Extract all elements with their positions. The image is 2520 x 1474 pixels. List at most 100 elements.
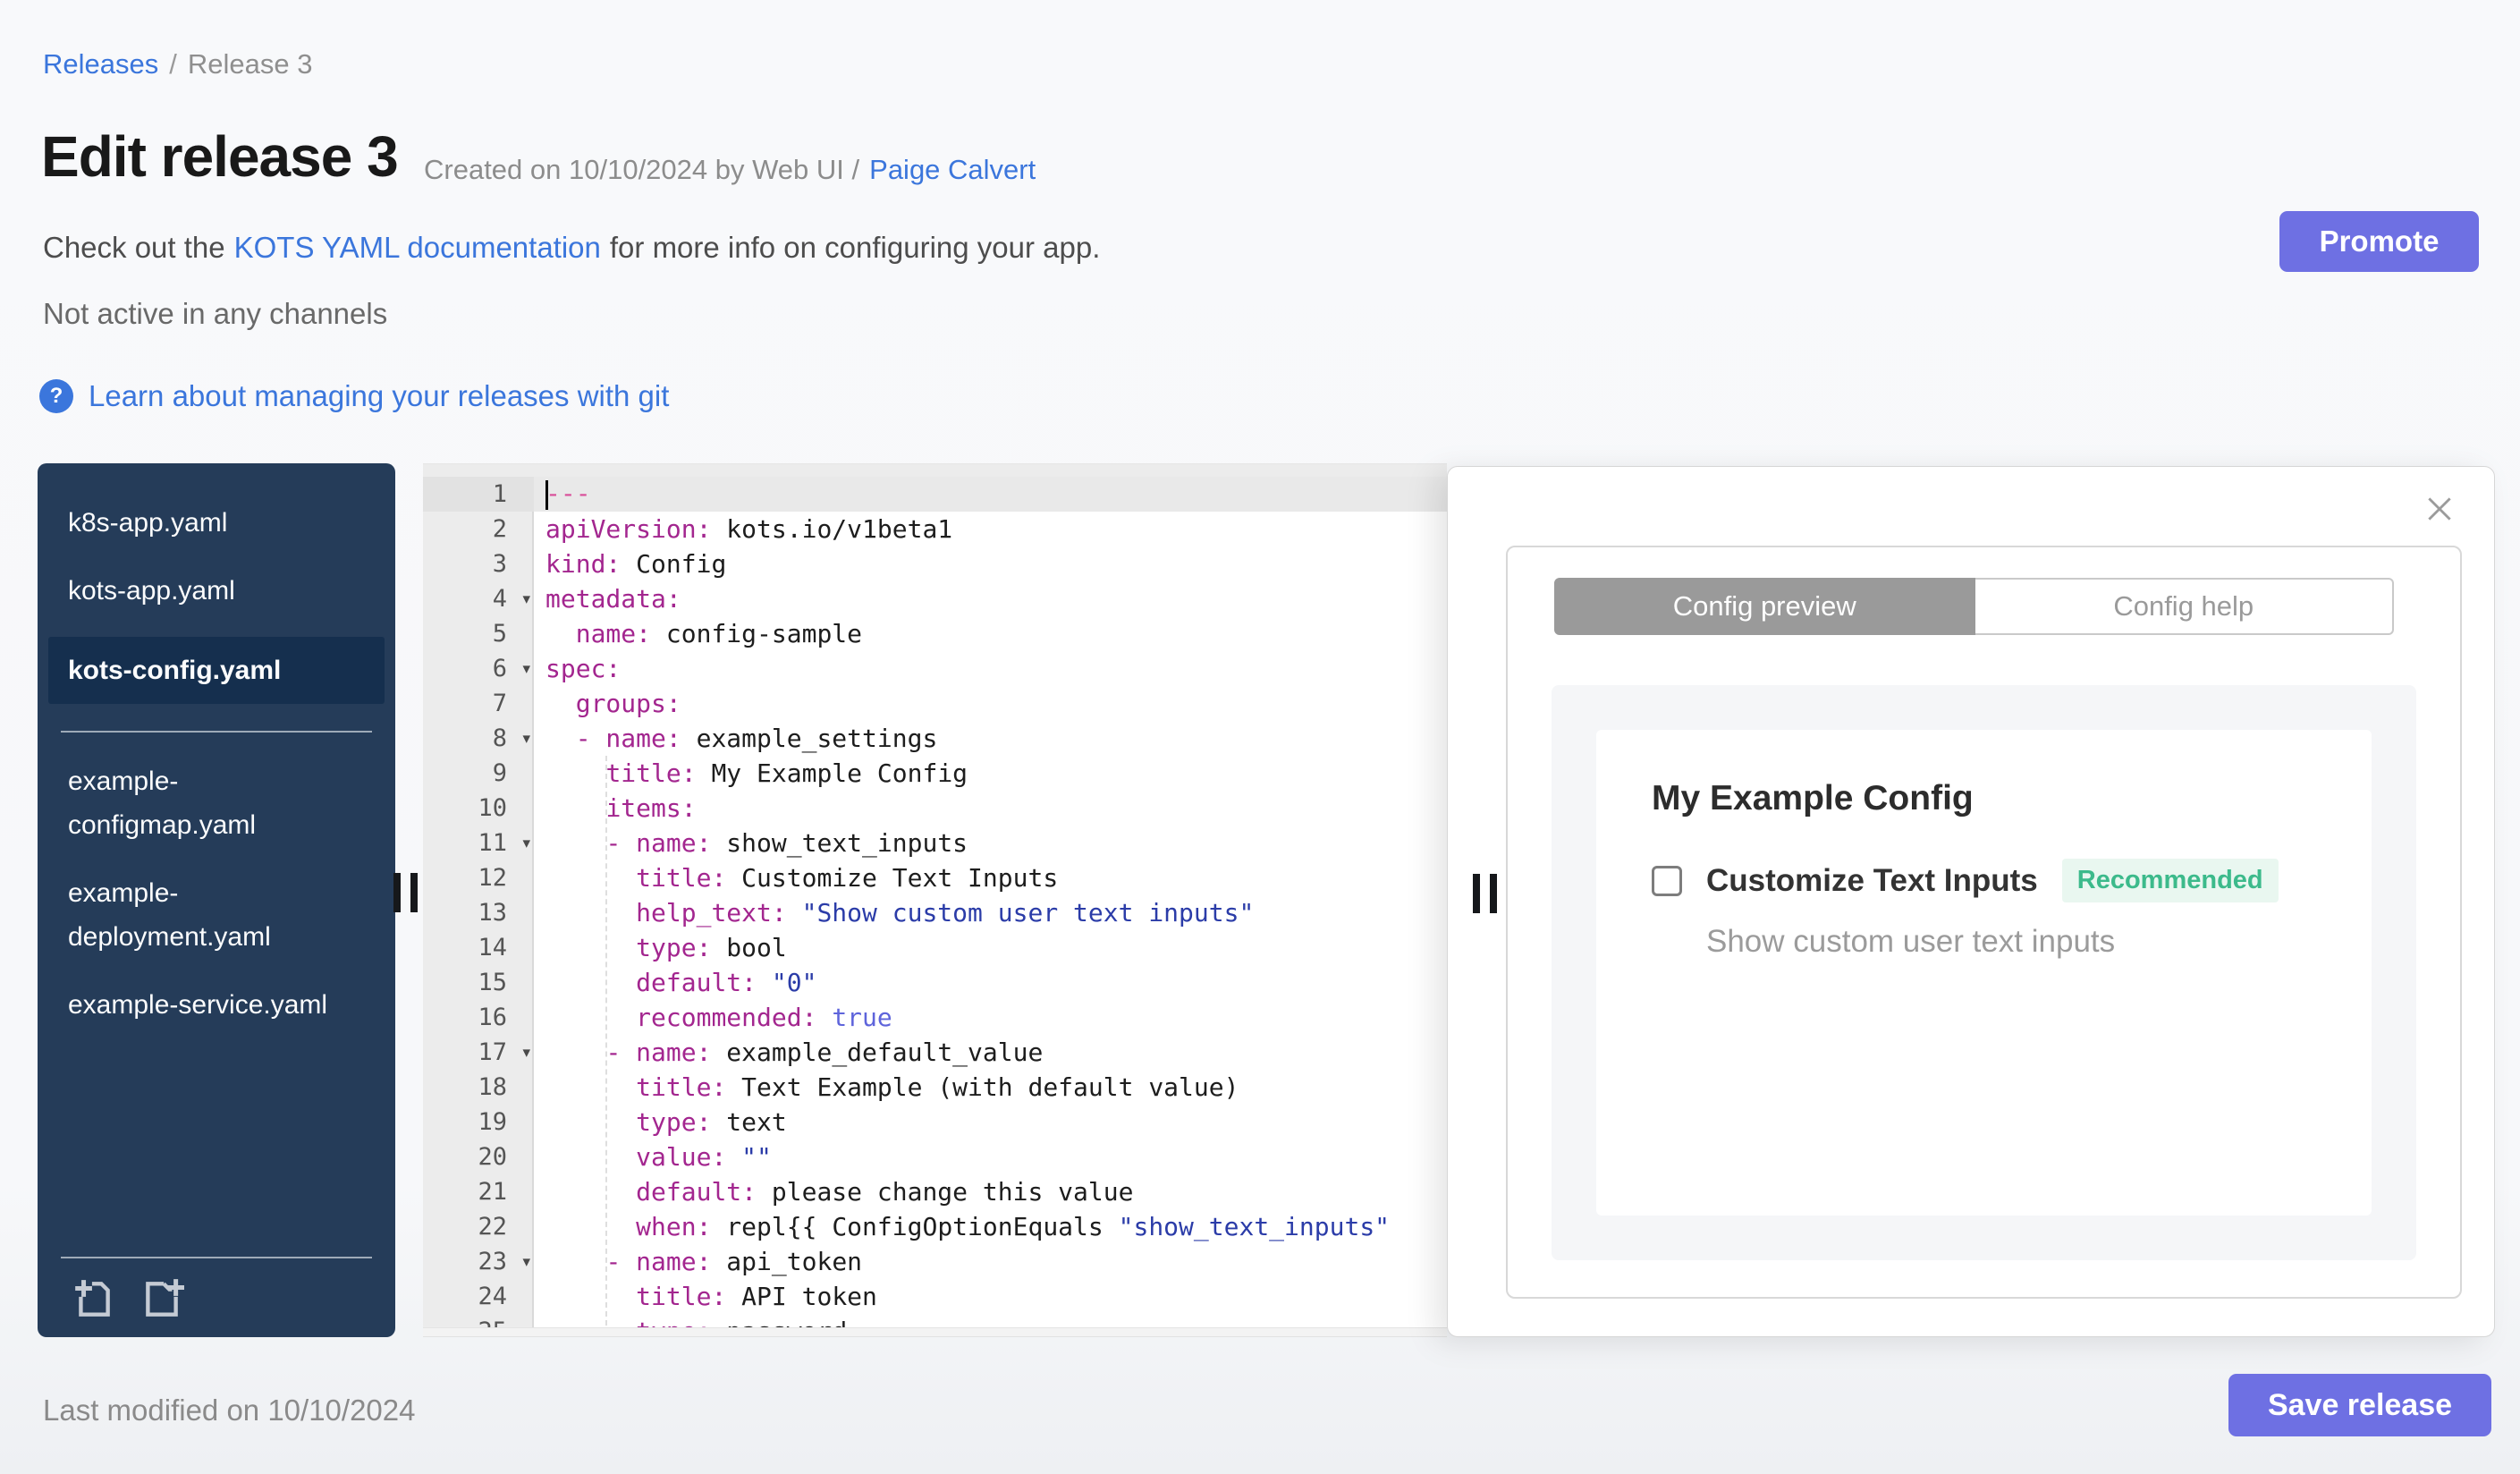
file-item-kots-config-yaml[interactable]: kots-config.yaml: [48, 637, 385, 704]
line-number[interactable]: 3: [423, 546, 534, 581]
last-modified-text: Last modified on 10/10/2024: [43, 1394, 416, 1427]
line-number[interactable]: 22: [423, 1209, 534, 1244]
doc-suffix: for more info on configuring your app.: [609, 231, 1101, 264]
code-line[interactable]: 7 groups:: [423, 686, 1447, 721]
line-number[interactable]: 11 ▾: [423, 826, 534, 860]
sidebar-icon-row: [38, 1276, 395, 1321]
code-line[interactable]: 8 ▾ - name: example_settings: [423, 721, 1447, 756]
code-text: apiVersion: kots.io/v1beta1: [545, 514, 953, 544]
line-number[interactable]: 9: [423, 756, 534, 791]
code-lines: 1 --- 2 apiVersion: kots.io/v1beta1 3 kind: C…: [423, 477, 1447, 1336]
line-number[interactable]: 5: [423, 616, 534, 651]
sidebar-resize-handle[interactable]: [393, 873, 422, 912]
yaml-editor[interactable]: 1 --- 2 apiVersion: kots.io/v1beta1 3 kind: C…: [423, 463, 1447, 1337]
code-text: title: API token: [636, 1282, 877, 1311]
line-number[interactable]: 12: [423, 860, 534, 895]
save-release-button[interactable]: Save release: [2228, 1374, 2491, 1436]
code-line[interactable]: 13 help_text: "Show custom user text inp…: [423, 895, 1447, 930]
created-line: Created on 10/10/2024 by Web UI / Paige …: [424, 154, 1036, 186]
breadcrumb-releases-link[interactable]: Releases: [43, 48, 158, 80]
add-file-icon[interactable]: [72, 1276, 116, 1321]
close-icon: [2428, 497, 2451, 521]
code-line[interactable]: 17 ▾ - name: example_default_value: [423, 1035, 1447, 1070]
new-file-icon[interactable]: [140, 1276, 184, 1321]
line-number[interactable]: 8 ▾: [423, 721, 534, 756]
line-number[interactable]: 20: [423, 1139, 534, 1174]
code-text: title: My Example Config: [605, 758, 968, 788]
breadcrumb-current: Release 3: [187, 48, 313, 80]
code-line[interactable]: 2 apiVersion: kots.io/v1beta1: [423, 512, 1447, 546]
line-number[interactable]: 21: [423, 1174, 534, 1209]
config-item-label: Customize Text Inputs: [1706, 862, 2038, 898]
code-line[interactable]: 1 ---: [423, 477, 1447, 512]
file-item-example-deployment-yaml[interactable]: example-deployment.yaml: [38, 871, 395, 959]
file-item-example-configmap-yaml[interactable]: example-configmap.yaml: [38, 759, 395, 847]
panel-resize-handle[interactable]: [1473, 874, 1501, 913]
file-item-example-service-yaml[interactable]: example-service.yaml: [38, 983, 395, 1027]
line-number[interactable]: 4 ▾: [423, 581, 534, 616]
line-number[interactable]: 18: [423, 1070, 534, 1105]
line-number[interactable]: 13: [423, 895, 534, 930]
line-number[interactable]: 15: [423, 965, 534, 1000]
config-item-description: Show custom user text inputs: [1706, 924, 2116, 959]
help-question-icon[interactable]: ?: [39, 379, 73, 413]
fold-arrow-icon[interactable]: ▾: [522, 730, 530, 748]
channel-status: Not active in any channels: [43, 297, 388, 330]
line-number[interactable]: 1: [423, 477, 534, 512]
fold-arrow-icon[interactable]: ▾: [522, 1253, 530, 1271]
git-releases-link[interactable]: Learn about managing your releases with …: [89, 379, 669, 413]
code-text: kind: Config: [545, 549, 727, 579]
code-line[interactable]: 14 type: bool: [423, 930, 1447, 965]
kots-yaml-doc-link[interactable]: KOTS YAML documentation: [234, 231, 601, 265]
customize-text-inputs-checkbox[interactable]: [1652, 865, 1682, 896]
line-number[interactable]: 14: [423, 930, 534, 965]
code-text: ---: [545, 479, 591, 510]
code-line[interactable]: 4 ▾ metadata:: [423, 581, 1447, 616]
author-link[interactable]: Paige Calvert: [869, 154, 1036, 186]
code-text: help_text: "Show custom user text inputs…: [636, 898, 1255, 928]
line-number[interactable]: 17 ▾: [423, 1035, 534, 1070]
config-content-card: My Example Config Customize Text Inputs …: [1596, 730, 2372, 1216]
line-number[interactable]: 10: [423, 791, 534, 826]
code-text: title: Text Example (with default value): [636, 1072, 1239, 1102]
code-line[interactable]: 9 title: My Example Config: [423, 756, 1447, 791]
code-line[interactable]: 19 type: text: [423, 1105, 1447, 1139]
edit-release-page: Releases / Release 3 Edit release 3 Crea…: [0, 0, 2520, 1474]
code-line[interactable]: 11 ▾ - name: show_text_inputs: [423, 826, 1447, 860]
code-line[interactable]: 24 title: API token: [423, 1279, 1447, 1314]
code-line[interactable]: 21 default: please change this value: [423, 1174, 1447, 1209]
code-line[interactable]: 18 title: Text Example (with default val…: [423, 1070, 1447, 1105]
tab-config-preview[interactable]: Config preview: [1554, 578, 1975, 635]
code-line[interactable]: 22 when: repl{{ ConfigOptionEquals "show…: [423, 1209, 1447, 1244]
code-line[interactable]: 16 recommended: true: [423, 1000, 1447, 1035]
file-item-kots-app-yaml[interactable]: kots-app.yaml: [38, 569, 395, 613]
code-line[interactable]: 12 title: Customize Text Inputs: [423, 860, 1447, 895]
line-number[interactable]: 6 ▾: [423, 651, 534, 686]
file-item-k8s-app-yaml[interactable]: k8s-app.yaml: [38, 501, 395, 545]
fold-arrow-icon[interactable]: ▾: [522, 1044, 530, 1062]
code-text: type: bool: [636, 933, 787, 962]
code-line[interactable]: 23 ▾ - name: api_token: [423, 1244, 1447, 1279]
tab-config-help[interactable]: Config help: [1975, 578, 2394, 635]
fold-arrow-icon[interactable]: ▾: [522, 660, 530, 678]
fold-arrow-icon[interactable]: ▾: [522, 834, 530, 852]
code-line[interactable]: 6 ▾ spec:: [423, 651, 1447, 686]
line-number[interactable]: 23 ▾: [423, 1244, 534, 1279]
line-number[interactable]: 16: [423, 1000, 534, 1035]
code-text: - name: api_token: [605, 1247, 863, 1276]
code-line[interactable]: 15 default: "0": [423, 965, 1447, 1000]
code-text: items:: [605, 793, 697, 823]
editor-horizontal-scrollbar[interactable]: [423, 1327, 1447, 1336]
code-text: name: config-sample: [575, 619, 863, 648]
code-line[interactable]: 5 name: config-sample: [423, 616, 1447, 651]
line-number[interactable]: 7: [423, 686, 534, 721]
line-number[interactable]: 19: [423, 1105, 534, 1139]
promote-button[interactable]: Promote: [2279, 211, 2479, 272]
close-panel-button[interactable]: [2421, 490, 2458, 528]
code-line[interactable]: 3 kind: Config: [423, 546, 1447, 581]
line-number[interactable]: 24: [423, 1279, 534, 1314]
code-line[interactable]: 10 items:: [423, 791, 1447, 826]
code-line[interactable]: 20 value: "": [423, 1139, 1447, 1174]
fold-arrow-icon[interactable]: ▾: [522, 590, 530, 608]
line-number[interactable]: 2: [423, 512, 534, 546]
